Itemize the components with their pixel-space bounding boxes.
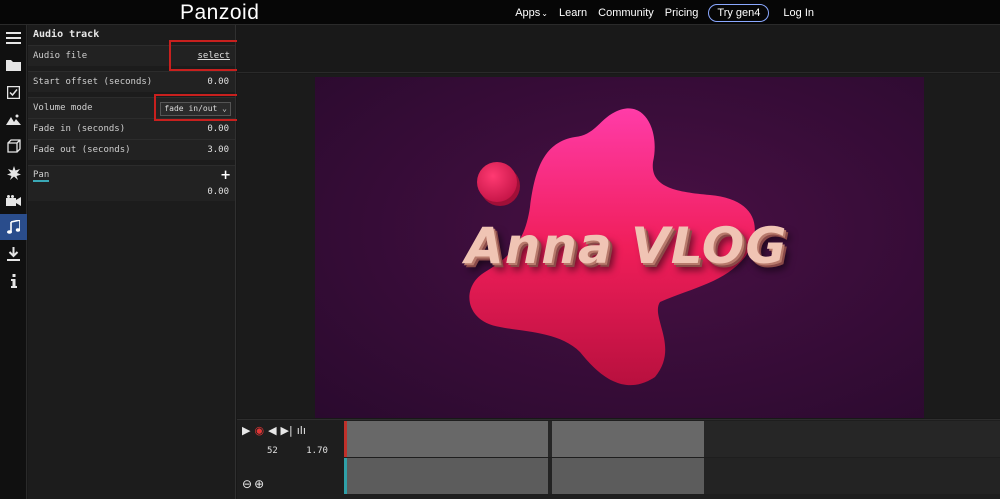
timeline-clip[interactable] — [552, 458, 704, 494]
nav-menu: Apps⌄ Learn Community Pricing Try gen4 L… — [504, 0, 814, 25]
fade-out-input[interactable]: 3.00 — [207, 140, 229, 161]
nav-apps-label: Apps — [515, 6, 541, 19]
effects-icon[interactable] — [0, 160, 27, 186]
eye-icon[interactable]: ◉ — [254, 424, 264, 437]
timeline-track-1[interactable] — [344, 421, 1000, 457]
time-counter: 1.70 — [306, 446, 328, 456]
zoom-in-icon[interactable]: ⊕ — [254, 477, 264, 491]
preview-canvas[interactable]: Anna VLOG — [315, 77, 924, 418]
fade-in-input[interactable]: 0.00 — [207, 119, 229, 140]
canvas-title-text: Anna VLOG — [465, 217, 788, 275]
viewport-toolbar — [237, 25, 1000, 73]
chevron-down-icon: ⌄ — [541, 8, 548, 18]
music-icon[interactable] — [0, 214, 27, 240]
pan-row: Pan + 0.00 — [28, 165, 235, 201]
timeline-readout: 52 1.70 — [267, 446, 351, 456]
playback-controls: ▶ ◉ ◀ ▶| ılı — [242, 424, 310, 437]
top-nav-bar: Panzoid Apps⌄ Learn Community Pricing Tr… — [0, 0, 1000, 25]
fade-in-row: Fade in (seconds) 0.00 — [28, 118, 235, 139]
info-icon[interactable] — [0, 268, 27, 294]
logo[interactable]: Panzoid — [180, 0, 259, 25]
nav-apps[interactable]: Apps⌄ — [515, 7, 548, 19]
timeline-clip[interactable] — [347, 458, 548, 494]
volume-mode-label: Volume mode — [33, 103, 93, 113]
audio-file-label: Audio file — [33, 51, 88, 61]
nav-pricing[interactable]: Pricing — [665, 7, 699, 19]
timeline: ▶ ◉ ◀ ▶| ılı 52 1.70 ⊖ ⊕ — [237, 419, 1000, 499]
start-offset-row: Start offset (seconds) 0.00 — [28, 71, 235, 92]
start-offset-label: Start offset (seconds) — [33, 77, 153, 87]
volume-icon[interactable]: ◀ — [268, 424, 276, 437]
zoom-controls: ⊖ ⊕ — [242, 477, 266, 491]
add-keyframe-icon[interactable]: + — [220, 168, 231, 183]
fade-in-label: Fade in (seconds) — [33, 124, 126, 134]
tool-rail — [0, 25, 27, 499]
camera-icon[interactable] — [0, 187, 27, 213]
nav-community[interactable]: Community — [598, 7, 654, 19]
image-icon[interactable] — [0, 106, 27, 132]
login-link[interactable]: Log In — [783, 7, 814, 19]
folder-icon[interactable] — [0, 52, 27, 78]
cube-icon[interactable] — [0, 133, 27, 159]
waveform-icon[interactable]: ılı — [297, 424, 306, 437]
timeline-clip[interactable] — [552, 421, 704, 457]
download-icon[interactable] — [0, 241, 27, 267]
play-icon[interactable]: ▶ — [242, 424, 250, 437]
menu-icon[interactable] — [0, 25, 27, 51]
nav-learn[interactable]: Learn — [559, 7, 587, 19]
timeline-clip[interactable] — [347, 421, 548, 457]
start-offset-input[interactable]: 0.00 — [207, 72, 229, 93]
zoom-out-icon[interactable]: ⊖ — [242, 477, 252, 491]
pan-input[interactable]: 0.00 — [207, 187, 229, 197]
preview-viewport: Anna VLOG — [237, 74, 1000, 418]
step-forward-icon[interactable]: ▶| — [281, 424, 293, 437]
checkbox-icon[interactable] — [0, 79, 27, 105]
timeline-track-2[interactable] — [344, 458, 1000, 494]
fade-out-row: Fade out (seconds) 3.00 — [28, 139, 235, 160]
try-gen4-button[interactable]: Try gen4 — [708, 3, 770, 22]
pan-label[interactable]: Pan — [33, 170, 50, 182]
fade-out-label: Fade out (seconds) — [33, 145, 131, 155]
frame-counter: 52 — [267, 446, 278, 456]
